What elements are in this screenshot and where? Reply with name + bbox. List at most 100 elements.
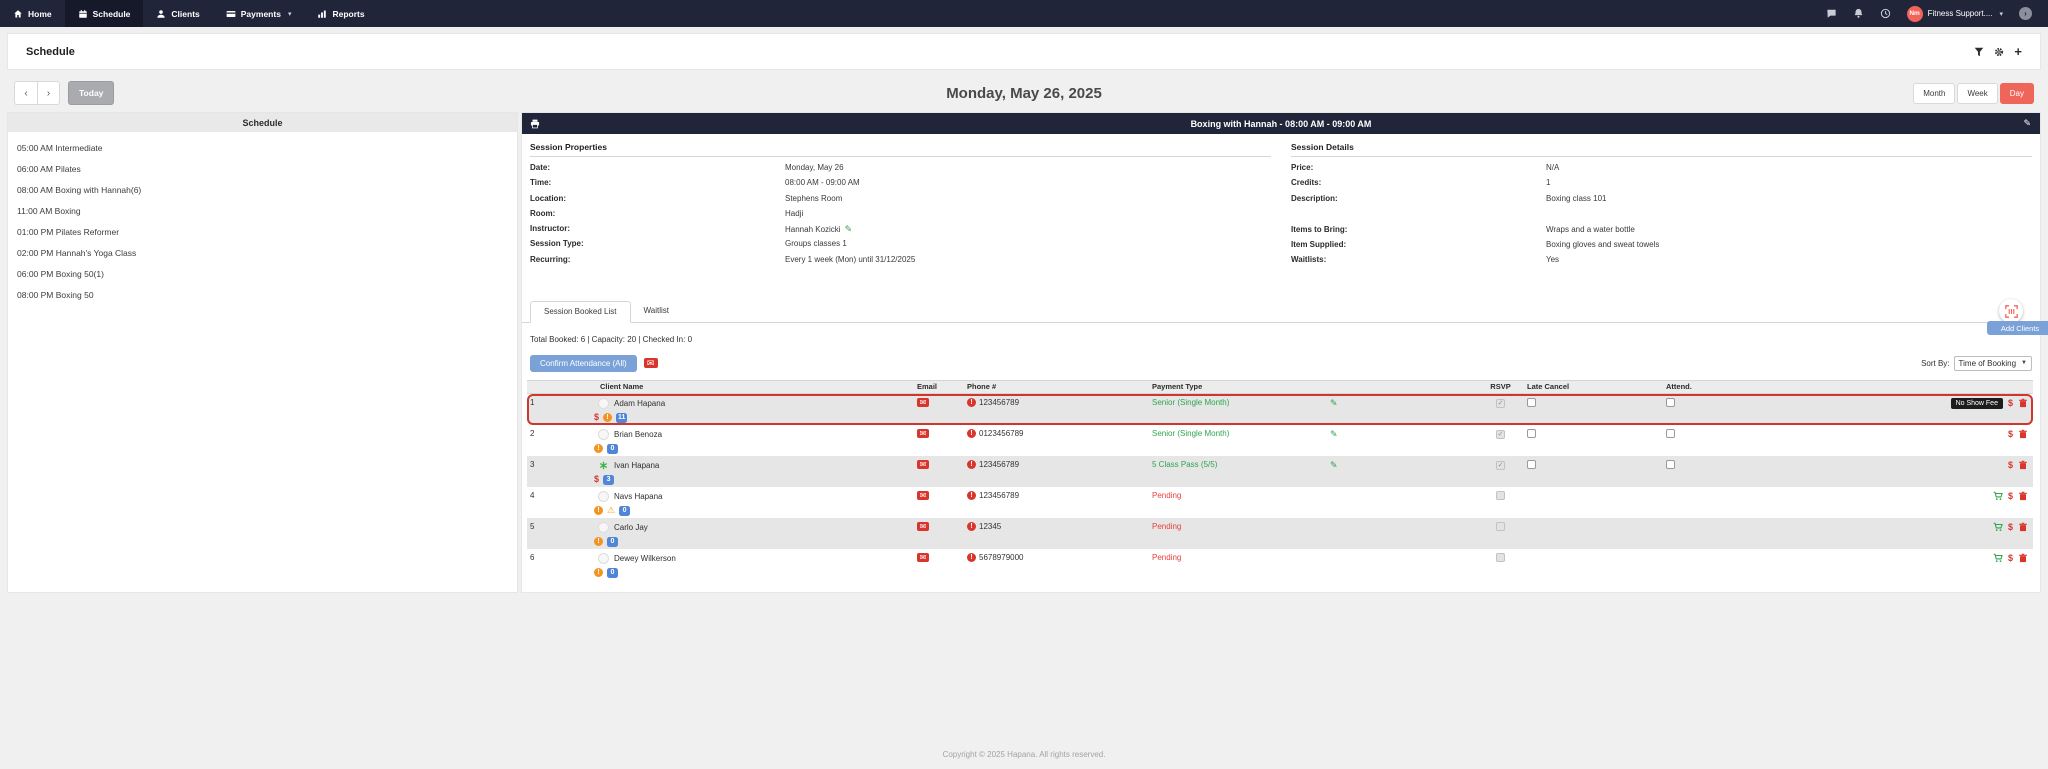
plus-icon[interactable]: + <box>2014 47 2022 57</box>
property-value: Yes <box>1546 255 1559 264</box>
filter-icon[interactable] <box>1974 47 1984 57</box>
sidebar-session-item[interactable]: 11:00 AM Boxing <box>8 201 517 222</box>
attend-checkbox[interactable] <box>1666 429 1675 438</box>
charge-fee-icon[interactable]: $ <box>2008 460 2013 470</box>
client-name[interactable]: Carlo Jay <box>614 523 648 532</box>
section-title: Session Details <box>1291 142 2032 157</box>
email-icon[interactable]: ✉ <box>917 491 929 500</box>
edit-session-icon[interactable]: ✎ <box>2023 118 2031 129</box>
nav-item-schedule[interactable]: Schedule <box>65 0 144 27</box>
payment-type: Pending <box>1152 553 1181 562</box>
sort-by-select[interactable]: Time of Booking ▼ <box>1954 356 2032 371</box>
email-icon[interactable]: ✉ <box>917 398 929 407</box>
charge-fee-icon[interactable]: $ <box>2008 553 2013 563</box>
edit-payment-icon[interactable]: ✎ <box>1330 429 1338 439</box>
nav-item-clients[interactable]: Clients <box>143 0 212 27</box>
client-name[interactable]: Adam Hapana <box>614 399 665 408</box>
today-button[interactable]: Today <box>68 81 114 105</box>
delete-booking-icon[interactable] <box>2018 522 2028 532</box>
arrow-circle-icon[interactable]: › <box>2019 7 2032 20</box>
sort-by-value: Time of Booking <box>1959 359 2017 368</box>
property-row: Item Supplied: Boxing gloves and sweat t… <box>1291 240 2032 255</box>
client-status-badges: !0 <box>572 568 917 578</box>
client-status-badges: !0 <box>572 444 917 454</box>
late-cancel-checkbox[interactable] <box>1527 429 1536 438</box>
cart-icon[interactable] <box>1993 553 2003 563</box>
delete-booking-icon[interactable] <box>2018 553 2028 563</box>
barcode-scan-icon[interactable] <box>1999 299 2023 323</box>
edit-payment-icon[interactable]: ✎ <box>1330 460 1338 470</box>
view-month-button[interactable]: Month <box>1913 83 1955 104</box>
table-row: 5 Carlo Jay !0 ✉ ! 12345 Pending ✎ $ <box>527 518 2033 549</box>
charge-fee-icon[interactable]: $ <box>2008 522 2013 532</box>
email-icon[interactable]: ✉ <box>917 460 929 469</box>
nav-item-home[interactable]: Home <box>0 0 65 27</box>
sidebar-session-item[interactable]: 05:00 AM Intermediate <box>8 138 517 159</box>
nav-item-reports[interactable]: Reports <box>304 0 377 27</box>
property-label: Recurring: <box>530 255 785 264</box>
late-cancel-checkbox[interactable] <box>1527 398 1536 407</box>
property-label: Description: <box>1291 194 1546 203</box>
nav-label: Home <box>28 9 52 19</box>
sidebar-session-item[interactable]: 06:00 PM Boxing 50(1) <box>8 264 517 285</box>
late-cancel-checkbox[interactable] <box>1527 460 1536 469</box>
no-show-fee-tooltip: No Show Fee <box>1951 398 2003 409</box>
attend-checkbox[interactable] <box>1666 460 1675 469</box>
client-name[interactable]: Ivan Hapana <box>614 461 659 470</box>
sidebar-session-item[interactable]: 01:00 PM Pilates Reformer <box>8 222 517 243</box>
client-name[interactable]: Dewey Wilkerson <box>614 554 676 563</box>
property-row: Date: Monday, May 26 ✎ <box>530 163 1271 178</box>
charge-fee-icon[interactable]: $ <box>2008 491 2013 501</box>
clock-icon[interactable] <box>1880 8 1891 19</box>
sidebar-session-item[interactable]: 02:00 PM Hannah's Yoga Class <box>8 243 517 264</box>
charge-fee-icon[interactable]: $ <box>2008 398 2013 408</box>
property-value: Stephens Room <box>785 194 842 203</box>
row-number: 2 <box>527 425 572 456</box>
property-label: Session Type: <box>530 239 785 248</box>
email-icon[interactable]: ✉ <box>917 429 929 438</box>
delete-booking-icon[interactable] <box>2018 398 2028 408</box>
property-value: Hannah Kozicki <box>785 225 841 234</box>
attend-checkbox[interactable] <box>1666 398 1675 407</box>
alert-badge-icon: ! <box>594 506 603 515</box>
view-week-button[interactable]: Week <box>1957 83 1997 104</box>
client-avatar <box>598 460 609 471</box>
next-day-button[interactable]: › <box>37 81 60 105</box>
chat-icon[interactable] <box>1826 8 1837 19</box>
delete-booking-icon[interactable] <box>2018 429 2028 439</box>
cart-icon[interactable] <box>1993 522 2003 532</box>
bell-icon[interactable] <box>1853 8 1864 19</box>
edit-field-icon[interactable]: ✎ <box>845 224 853 235</box>
confirm-attendance-button[interactable]: Confirm Attendance (All) <box>530 355 637 372</box>
client-name[interactable]: Brian Benoza <box>614 430 662 439</box>
alert-badge-icon: ! <box>603 413 612 422</box>
sidebar-session-item[interactable]: 06:00 AM Pilates <box>8 159 517 180</box>
prev-day-button[interactable]: ‹ <box>14 81 37 105</box>
cart-icon[interactable] <box>1993 491 2003 501</box>
gear-icon[interactable] <box>1994 47 2004 57</box>
property-row: Session Type: Groups classes 1 ✎ <box>530 239 1271 254</box>
sidebar-session-item[interactable]: 08:00 PM Boxing 50 <box>8 285 517 306</box>
tab-session-booked-list[interactable]: Session Booked List <box>530 301 631 323</box>
view-day-button[interactable]: Day <box>2000 83 2034 104</box>
phone-number: 12345 <box>979 522 1001 531</box>
tab-waitlist[interactable]: Waitlist <box>631 301 682 323</box>
charge-fee-icon[interactable]: $ <box>2008 429 2013 439</box>
add-clients-button[interactable]: Add Clients <box>1987 321 2048 335</box>
nav-item-payments[interactable]: Payments ▾ <box>213 0 305 27</box>
email-icon[interactable]: ✉ <box>917 553 929 562</box>
phone-alert-icon: ! <box>967 460 976 469</box>
email-icon[interactable]: ✉ <box>917 522 929 531</box>
delete-booking-icon[interactable] <box>2018 460 2028 470</box>
row-number: 5 <box>527 518 572 549</box>
sidebar-session-item[interactable]: 08:00 AM Boxing with Hannah(6) <box>8 180 517 201</box>
user-menu[interactable]: Nm Fitness Support.... ▾ <box>1907 6 2003 22</box>
phone-alert-icon: ! <box>967 522 976 531</box>
delete-booking-icon[interactable] <box>2018 491 2028 501</box>
print-icon[interactable] <box>530 119 540 129</box>
header-late-cancel: Late Cancel <box>1527 382 1666 391</box>
email-all-icon[interactable]: ✉ <box>644 358 658 368</box>
client-name[interactable]: Navs Hapana <box>614 492 662 501</box>
edit-payment-icon[interactable]: ✎ <box>1330 398 1338 408</box>
table-row: 4 Navs Hapana !⚠0 ✉ ! 123456789 Pending … <box>527 487 2033 518</box>
